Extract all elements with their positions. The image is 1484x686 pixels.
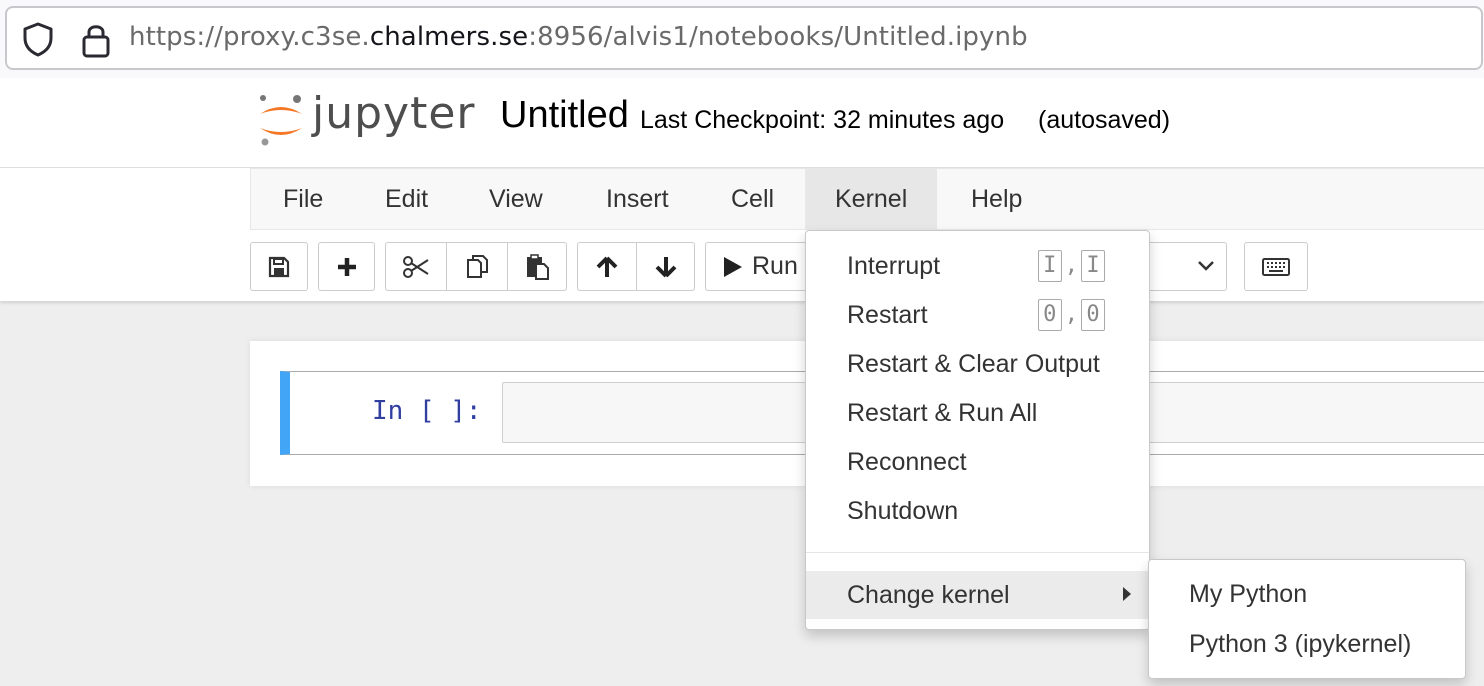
change-kernel-submenu: My Python Python 3 (ipykernel) [1148,559,1466,679]
menu-item-label: Restart [847,301,928,329]
insert-cell-button[interactable] [318,242,375,291]
keyboard-shortcuts-button[interactable] [1244,242,1308,291]
menubar: File Edit View Insert Cell Kernel Help [250,168,1484,230]
clipboard-button-group [385,242,567,291]
paste-icon [527,253,549,280]
menu-kernel[interactable]: Kernel [805,169,938,230]
url-prefix: https://proxy.c3se. [129,22,370,52]
paste-button[interactable] [508,243,566,290]
cell-type-select[interactable] [1148,242,1227,291]
menu-item-label: Interrupt [847,252,941,280]
run-label: Run [752,252,798,280]
autosave-status: (autosaved) [1038,106,1171,134]
url-text[interactable]: https://proxy.c3se.chalmers.se:8956/alvi… [129,22,1028,52]
kernel-option-my-python[interactable]: My Python [1149,570,1465,618]
jupyter-logo-icon[interactable] [256,92,306,148]
menu-item-label: Change kernel [847,581,1010,609]
caret-right-icon [1123,587,1131,601]
shortcut-key: I [1081,250,1105,282]
save-icon [268,256,290,277]
move-up-button[interactable] [578,243,636,290]
keyboard-shortcut: I,I [1037,243,1105,289]
url-host: chalmers.se [369,22,529,52]
address-field[interactable]: https://proxy.c3se.chalmers.se:8956/alvi… [5,6,1483,70]
shortcut-key: 0 [1081,299,1105,331]
jupyter-wordmark: jupyter [312,88,476,139]
menu-item-restart-clear-output[interactable]: Restart & Clear Output [806,341,1149,387]
kernel-option-python3-ipykernel[interactable]: Python 3 (ipykernel) [1149,620,1465,668]
menu-item-restart[interactable]: Restart 0,0 [806,292,1149,338]
arrow-up-icon [596,256,618,277]
copy-button[interactable] [447,243,507,290]
shortcut-key: 0 [1037,299,1062,331]
menu-item-reconnect[interactable]: Reconnect [806,439,1149,485]
menu-item-shutdown[interactable]: Shutdown [806,488,1149,534]
url-suffix: :8956/alvis1/notebooks/Untitled.ipynb [528,22,1028,52]
save-button[interactable] [250,242,308,291]
arrow-down-icon [655,256,676,277]
scissors-icon [403,255,429,278]
notebook-title[interactable]: Untitled [500,94,629,137]
shield-icon[interactable] [21,21,55,57]
menubar-toolbar-area: File Edit View Insert Cell Kernel Help R… [0,168,1484,301]
menu-edit[interactable]: Edit [355,169,458,230]
checkpoint-status: Last Checkpoint: 32 minutes ago [640,106,1005,134]
copy-icon [467,254,488,278]
menu-item-restart-run-all[interactable]: Restart & Run All [806,390,1149,436]
lock-icon[interactable] [79,21,113,59]
menu-divider [806,552,1149,553]
menu-item-interrupt[interactable]: Interrupt I,I [806,243,1149,289]
menu-item-change-kernel[interactable]: Change kernel [806,571,1149,619]
browser-url-bar: https://proxy.c3se.chalmers.se:8956/alvi… [0,0,1484,78]
shortcut-key: I [1037,250,1062,282]
keyboard-shortcut: 0,0 [1037,292,1105,338]
chevron-down-icon [1198,261,1214,271]
move-cell-button-group [577,242,695,291]
menu-help[interactable]: Help [941,169,1052,230]
keyboard-icon [1262,257,1290,276]
menu-insert[interactable]: Insert [576,169,699,230]
move-down-button[interactable] [637,243,694,290]
notebook-header: jupyter Untitled Last Checkpoint: 32 min… [0,78,1484,168]
menu-file[interactable]: File [253,169,353,230]
play-icon [724,256,742,277]
input-prompt: In [ ]: [372,396,482,426]
cut-button[interactable] [386,243,446,290]
menu-cell[interactable]: Cell [701,169,804,230]
plus-icon [337,257,356,276]
kernel-dropdown-menu: Interrupt I,I Restart 0,0 Restart & Clea… [805,230,1150,630]
menu-view[interactable]: View [459,169,573,230]
